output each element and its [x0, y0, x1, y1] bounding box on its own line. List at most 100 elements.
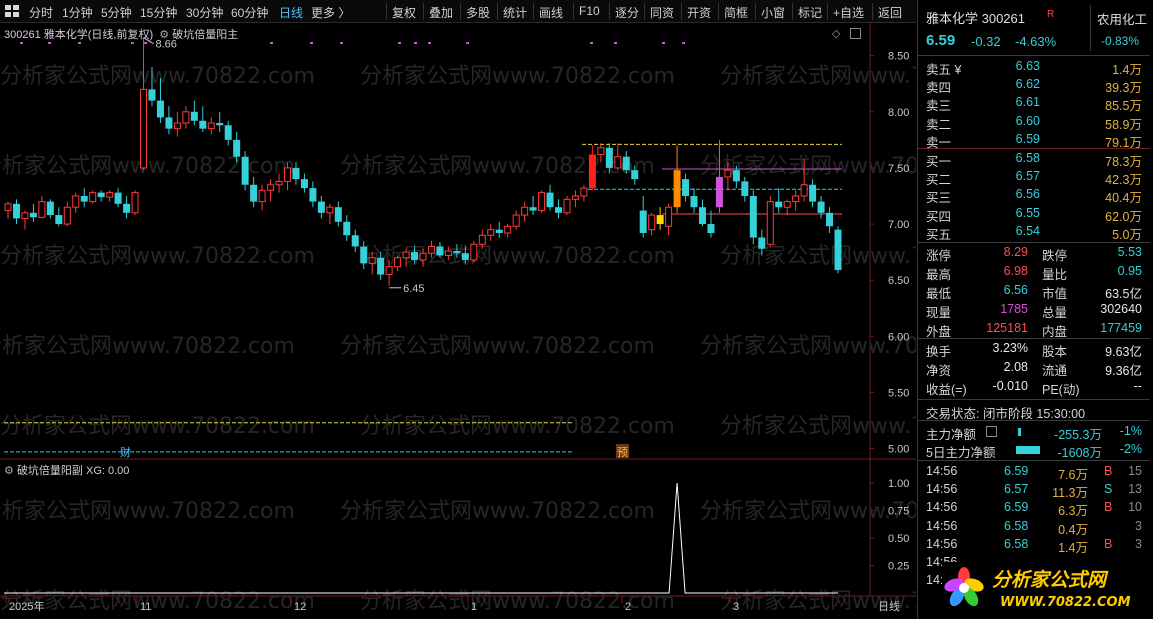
bid-row[interactable]: 买四 6.55 62.0万 [918, 205, 1150, 224]
stat-key: PE(动) [1042, 383, 1080, 397]
watermark-text: 分析家公式网www.70822.com [340, 334, 655, 359]
ask-volume: 85.5万 [1105, 99, 1142, 114]
toolbar-button-10[interactable]: 小窗 [761, 4, 785, 21]
signal-dot [310, 42, 313, 44]
watermark-text: 分析家公式网www.70822.com [700, 499, 916, 524]
stat-key: 最高 [926, 267, 952, 282]
ask-volume: 39.3万 [1105, 81, 1142, 96]
period-tab-7[interactable]: 更多 〉 [311, 4, 350, 21]
bid-volume: 40.4万 [1105, 191, 1142, 206]
stats-row: 收益(=) -0.010 PE(动) -- [918, 378, 1150, 397]
candle-body [300, 179, 308, 189]
sub-y-tick-label: 0.25 [888, 561, 909, 573]
ask-label: 卖五 ¥ [926, 63, 962, 77]
toolbar-button-5[interactable]: F10 [579, 4, 600, 18]
signal-dot [682, 42, 685, 44]
candle-body [97, 192, 105, 198]
sector-box[interactable]: 农用化工 -0.83% [1090, 5, 1150, 51]
stat-key: 流通 [1042, 364, 1068, 378]
stats-row: 涨停 8.29 跌停 5.53 [918, 244, 1150, 263]
bid-row[interactable]: 买三 6.56 40.4万 [918, 186, 1150, 206]
ask-row[interactable]: 卖五 ¥ 6.63 1.4万 [918, 58, 1150, 77]
candle-body [555, 207, 563, 213]
candle-body [190, 111, 198, 121]
candle-body [766, 201, 774, 245]
toolbar-button-1[interactable]: 叠加 [429, 4, 453, 21]
candle-body [648, 214, 656, 231]
tick-price: 6.57 [1004, 482, 1029, 497]
kline-chart[interactable]: 分析家公式网www.70822.com 分析家公式网www.70822.com 分析… [0, 23, 916, 619]
ask-row[interactable]: 卖四 6.62 39.3万 [918, 76, 1150, 96]
candle-body [546, 192, 554, 208]
ask-price: 6.61 [1015, 95, 1040, 110]
candle-body [377, 257, 385, 275]
x-tick-label: 2 [625, 601, 631, 613]
y-tick-label: 5.50 [888, 387, 909, 399]
toolbar-button-7[interactable]: 同资 [650, 4, 674, 21]
candle-body [834, 229, 842, 271]
toolbar-button-2[interactable]: 多股 [466, 4, 490, 21]
watermark-text: 分析家公式网www.70822.com [0, 64, 315, 89]
toolbar-button-6[interactable]: 逐分 [615, 4, 639, 21]
toolbar-button-9[interactable]: 简框 [724, 4, 748, 21]
candle-body [817, 201, 825, 213]
signal-dot [414, 42, 417, 44]
stat-value: 8.29 [1003, 245, 1028, 259]
toolbar-button-3[interactable]: 统计 [503, 4, 527, 21]
candle-body [275, 180, 283, 186]
toolbar-button-11[interactable]: 标记 [798, 4, 822, 21]
y-tick-label: 6.50 [888, 275, 909, 287]
toolbar-button-13[interactable]: 返回 [878, 4, 902, 21]
watermark-text: 分析家公式网www.70822.com [720, 244, 916, 269]
flow-row[interactable]: 主力净额 -255.3万 -1% [918, 423, 1150, 442]
candle-body [461, 253, 469, 260]
menu-grid-icon[interactable] [5, 5, 19, 18]
stat-value: 1785 [1000, 301, 1028, 316]
candle-body [55, 215, 63, 225]
toolbar-button-12[interactable]: +自选 [833, 4, 864, 21]
ask-price: 6.60 [1015, 113, 1040, 128]
top-toolbar: 分时 1分钟 5分钟 15分钟 30分钟 60分钟 日线 更多 〉 复权 叠加 多股 统计 画线 F10… [0, 0, 916, 23]
tick-direction: S [1104, 482, 1113, 497]
candle-body [343, 221, 351, 236]
info-box-icon[interactable] [986, 426, 997, 437]
y-tick-label: 7.50 [888, 163, 909, 175]
ask-row[interactable]: 卖二 6.60 58.9万 [918, 113, 1150, 132]
period-tab-3[interactable]: 15分钟 [140, 4, 177, 21]
candle-body [741, 181, 749, 196]
tick-price: 6.59 [1004, 464, 1029, 478]
bid-volume: 62.0万 [1105, 209, 1142, 224]
candle-body [715, 176, 723, 208]
signal-dot [144, 42, 147, 44]
tick-price: 6.58 [1004, 518, 1029, 533]
bid-row[interactable]: 买一 6.58 78.3万 [918, 150, 1150, 169]
sector-name: 农用化工 [1097, 13, 1148, 27]
candle-body [165, 117, 173, 129]
candle-body [114, 192, 122, 204]
signal-dot [398, 42, 401, 44]
watermark-text: 分析家公式网www.70822.com [360, 414, 675, 439]
flow-bar [1016, 446, 1040, 454]
bid-label: 买一 [926, 155, 952, 169]
toolbar-button-4[interactable]: 画线 [539, 4, 563, 21]
toolbar-button-8[interactable]: 开资 [687, 4, 711, 21]
period-tab-0[interactable]: 分时 [29, 4, 53, 21]
sub-y-tick-label: 1.00 [888, 478, 909, 490]
period-tab-2[interactable]: 5分钟 [101, 4, 132, 21]
bid-row[interactable]: 买五 6.54 5.0万 [918, 223, 1150, 242]
tick-time: 14:56 [926, 482, 958, 497]
candle-body [698, 207, 706, 225]
period-tab-5[interactable]: 60分钟 [231, 4, 268, 21]
candle-body [46, 201, 54, 216]
period-tab-6[interactable]: 日线 [279, 4, 303, 21]
ask-row[interactable]: 卖三 6.61 85.5万 [918, 94, 1150, 114]
ask-row[interactable]: 卖一 6.59 79.1万 [918, 131, 1150, 150]
bid-row[interactable]: 买二 6.57 42.3万 [918, 168, 1150, 187]
stat-key: 跌停 [1042, 249, 1068, 263]
period-tab-1[interactable]: 1分钟 [62, 4, 93, 21]
toolbar-button-0[interactable]: 复权 [392, 4, 416, 21]
period-tab-4[interactable]: 30分钟 [186, 4, 223, 21]
tick-time: 14:56 [926, 500, 958, 515]
sub-y-tick-label: 0.75 [888, 506, 909, 518]
flow-row[interactable]: 5日主力净额 -1608万 -2% [918, 441, 1150, 460]
